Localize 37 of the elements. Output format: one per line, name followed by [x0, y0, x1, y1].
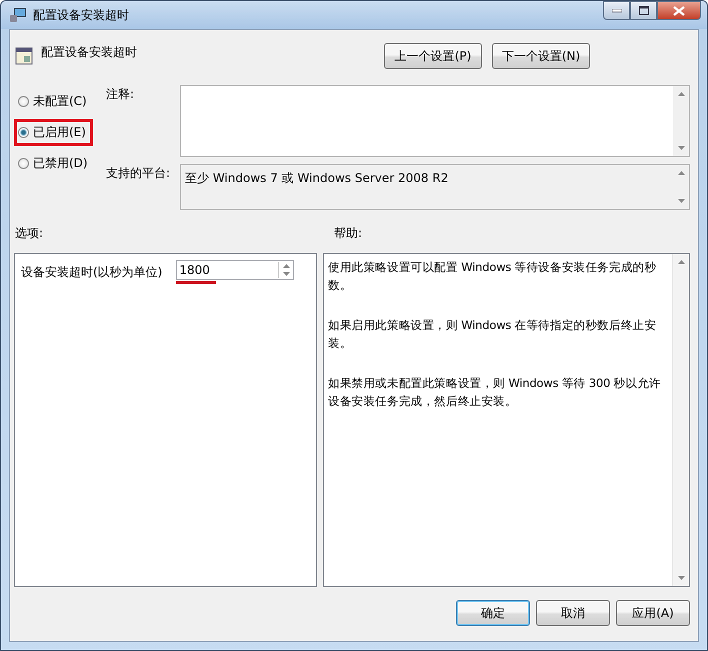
policy-title: 配置设备安装超时 — [41, 44, 137, 61]
dialog-button[interactable]: 确定 — [456, 600, 530, 626]
navigation-button[interactable]: 上一个设置(P) — [384, 43, 482, 69]
navigation-button[interactable]: 下一个设置(N) — [492, 43, 590, 69]
scroll-down-icon[interactable] — [678, 576, 684, 580]
maximize-button[interactable] — [630, 1, 657, 20]
scroll-up-icon[interactable] — [282, 264, 290, 268]
platform-field: 至少 Windows 7 或 Windows Server 2008 R2 — [180, 164, 690, 210]
scroll-up-icon[interactable] — [678, 171, 684, 175]
platform-label: 支持的平台: — [106, 165, 172, 182]
help-paragraph: 如果启用此策略设置，则 Windows 在等待指定的秒数后终止安装。 — [328, 317, 658, 352]
scroll-down-icon[interactable] — [678, 199, 684, 203]
dialog-button[interactable]: 取消 — [536, 600, 610, 626]
help-heading: 帮助: — [334, 225, 362, 242]
help-paragraph: 如果禁用或未配置此策略设置，则 Windows 等待 300 秒以允许设备安装任务完成，然后终止安装。 — [328, 375, 662, 410]
comment-field[interactable] — [180, 85, 690, 157]
radio-option[interactable]: 已禁用(D) — [18, 155, 90, 172]
computer-icon — [9, 7, 27, 23]
dialog-button[interactable]: 应用(A) — [616, 600, 690, 626]
minimize-button[interactable] — [603, 1, 630, 20]
close-button[interactable] — [657, 1, 701, 20]
scroll-down-icon[interactable] — [678, 146, 684, 150]
close-icon — [673, 6, 685, 16]
scroll-up-icon[interactable] — [678, 260, 684, 264]
radio-option[interactable]: 已启用(E) — [18, 124, 90, 141]
radio-option[interactable]: 未配置(C) — [18, 93, 90, 110]
maximize-icon — [638, 6, 648, 15]
scroll-down-icon[interactable] — [282, 272, 290, 276]
help-paragraph: 使用此策略设置可以配置 Windows 等待设备安装任务完成的秒数。 — [328, 259, 658, 294]
policy-icon — [15, 47, 33, 65]
comment-label: 注释: — [106, 86, 136, 103]
scroll-up-icon[interactable] — [678, 92, 684, 96]
window-title: 配置设备安装超时 — [33, 6, 129, 24]
number-spinner[interactable]: 1800 — [176, 260, 294, 280]
options-heading: 选项: — [15, 225, 44, 242]
minimize-icon — [612, 8, 622, 12]
setting-label: 设备安装超时(以秒为单位) — [21, 264, 162, 281]
